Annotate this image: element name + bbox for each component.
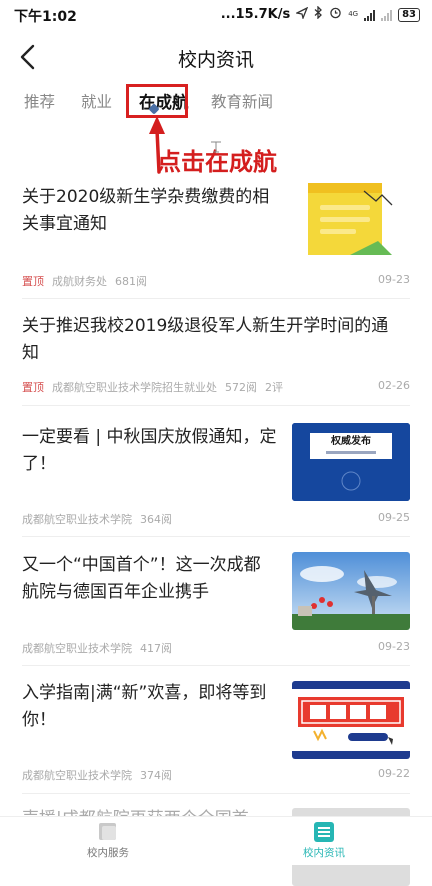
news-thumbnail xyxy=(292,681,410,759)
service-icon xyxy=(99,823,116,840)
status-right: ...15.7K/s 4G 83 xyxy=(220,5,420,23)
nav-campus-news[interactable]: 校内资讯 xyxy=(274,821,374,860)
nav-label: 校内服务 xyxy=(87,847,129,859)
news-title-line: 一定要看 | 中秋国庆放假通知，定 xyxy=(22,427,277,447)
news-title: 关于2020级新生学杂费缴费的相 关事宜通知 xyxy=(22,184,292,238)
news-date: 09-22 xyxy=(378,767,410,780)
news-reads: 374阅 xyxy=(140,769,172,782)
news-meta: 置顶 成航财务处 681阅 xyxy=(22,273,155,289)
battery-icon: 83 xyxy=(398,7,420,22)
news-date: 09-23 xyxy=(378,640,410,653)
signal-2-icon xyxy=(381,9,393,21)
news-date: 09-23 xyxy=(378,273,410,286)
text-cursor-icon xyxy=(209,140,223,157)
news-thumbnail xyxy=(292,183,410,261)
news-title: 一定要看 | 中秋国庆放假通知，定 了！ xyxy=(22,424,290,478)
status-time: 下午1:02 xyxy=(14,9,77,25)
bottom-nav: 校内服务 校内资讯 xyxy=(0,816,432,865)
news-title-line: 航院与德国百年企业携手 xyxy=(22,582,209,602)
location-icon xyxy=(295,6,309,23)
news-date: 09-25 xyxy=(378,511,410,524)
alarm-icon xyxy=(329,6,342,23)
news-reads: 417阅 xyxy=(140,642,172,655)
news-thumbnail: 权威发布 xyxy=(292,423,410,501)
news-title: 入学指南|满“新”欢喜，即将等到 你！ xyxy=(22,680,290,734)
tab-education-news[interactable]: 教育新闻 xyxy=(211,90,273,112)
tab-employment[interactable]: 就业 xyxy=(81,90,112,112)
nav-label: 校内资讯 xyxy=(303,847,345,859)
news-source: 成都航空职业技术学院 xyxy=(22,642,132,655)
news-reads: 681阅 xyxy=(115,275,147,288)
news-meta: 成都航空职业技术学院 364阅 xyxy=(22,511,180,527)
news-comments: 2评 xyxy=(265,381,283,394)
pinned-badge: 置顶 xyxy=(22,275,44,288)
news-meta: 成都航空职业技术学院 417阅 xyxy=(22,640,180,656)
divider xyxy=(22,793,410,794)
divider xyxy=(22,536,410,537)
news-source: 成都航空职业技术学院 xyxy=(22,769,132,782)
news-title-line: 知 xyxy=(22,343,39,363)
news-source: 成都航空职业技术学院招生就业处 xyxy=(52,381,217,394)
news-title: 又一个“中国首个”！这一次成都 航院与德国百年企业携手 xyxy=(22,552,290,606)
news-title-line: 了！ xyxy=(22,454,56,474)
thumb-title: 权威发布 xyxy=(331,436,371,447)
news-source: 成航财务处 xyxy=(52,275,107,288)
tab-recommend[interactable]: 推荐 xyxy=(24,90,55,112)
divider xyxy=(22,405,410,406)
news-reads: 364阅 xyxy=(140,513,172,526)
news-date: 02-26 xyxy=(378,379,410,392)
header: 校内资讯 xyxy=(0,34,432,80)
news-title-line: 入学指南|满“新”欢喜，即将等到 xyxy=(22,683,267,703)
nav-campus-service[interactable]: 校内服务 xyxy=(58,821,158,860)
news-icon xyxy=(314,822,334,842)
divider xyxy=(22,665,410,666)
news-reads: 572阅 xyxy=(225,381,257,394)
network-speed: ...15.7K/s xyxy=(220,7,291,22)
news-thumbnail xyxy=(292,552,410,630)
pinned-badge: 置顶 xyxy=(22,381,44,394)
news-meta: 置顶 成都航空职业技术学院招生就业处 572阅 2评 xyxy=(22,379,291,395)
news-meta: 成都航空职业技术学院 374阅 xyxy=(22,767,180,783)
signal-icon xyxy=(364,9,376,21)
network-type: 4G xyxy=(348,10,359,18)
news-title-line: 关于推迟我校2019级退役军人新生开学时间的通 xyxy=(22,316,389,336)
tab-bar: 推荐 就业 在成航 教育新闻 xyxy=(0,80,432,124)
news-title-line: 又一个“中国首个”！这一次成都 xyxy=(22,555,261,575)
status-bar: 下午1:02 ...15.7K/s 4G 83 xyxy=(0,0,432,34)
divider xyxy=(22,298,410,299)
news-title-line: 关事宜通知 xyxy=(22,214,107,234)
news-title-line: 关于2020级新生学杂费缴费的相 xyxy=(22,187,270,207)
news-title-line: 你！ xyxy=(22,710,56,730)
page-title: 校内资讯 xyxy=(177,49,254,71)
news-title: 关于推迟我校2019级退役军人新生开学时间的通 知 xyxy=(22,313,414,367)
news-source: 成都航空职业技术学院 xyxy=(22,513,132,526)
bluetooth-icon xyxy=(314,5,323,23)
